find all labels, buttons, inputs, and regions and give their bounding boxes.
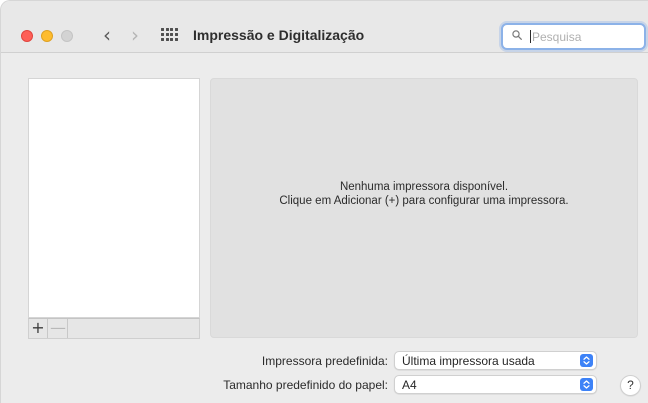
add-printer-button[interactable]: +: [29, 319, 48, 338]
search-icon: [512, 30, 522, 40]
title-bar: ‹ › Impressão e Digitalização: [1, 1, 648, 53]
default-printer-popup[interactable]: Última impressora usada: [394, 351, 597, 370]
remove-printer-button[interactable]: —: [49, 319, 68, 338]
zoom-button[interactable]: [61, 30, 73, 42]
close-button[interactable]: [21, 30, 33, 42]
empty-state-line-2: Clique em Adicionar (+) para configurar …: [279, 195, 569, 207]
default-printer-value: Última impressora usada: [402, 354, 535, 368]
paper-size-value: A4: [402, 378, 417, 392]
text-caret: [530, 30, 531, 43]
empty-state-line-1: Nenhuma impressora disponível.: [339, 181, 509, 193]
window-title: Impressão e Digitalização: [193, 27, 365, 43]
search-field[interactable]: [501, 23, 646, 50]
printer-list[interactable]: [28, 78, 200, 318]
popup-chevrons-icon: [580, 378, 593, 391]
show-all-grid-icon[interactable]: [161, 28, 178, 41]
paper-size-label: Tamanho predefinido do papel:: [223, 378, 388, 392]
help-button[interactable]: ?: [620, 375, 641, 396]
popup-chevrons-icon: [580, 354, 593, 367]
preferences-window: ‹ › Impressão e Digitalização + — Nenhum…: [0, 0, 648, 403]
printer-detail-panel: Nenhuma impressora disponível. Clique em…: [210, 78, 638, 338]
default-printer-label: Impressora predefinida:: [261, 354, 388, 368]
minimize-button[interactable]: [41, 30, 53, 42]
back-button[interactable]: ‹: [97, 23, 117, 47]
search-input[interactable]: [532, 27, 638, 46]
paper-size-popup[interactable]: A4: [394, 375, 597, 394]
empty-state-message: Nenhuma impressora disponível. Clique em…: [211, 180, 637, 208]
printer-list-controls: + —: [28, 318, 200, 339]
forward-button[interactable]: ›: [125, 23, 145, 47]
